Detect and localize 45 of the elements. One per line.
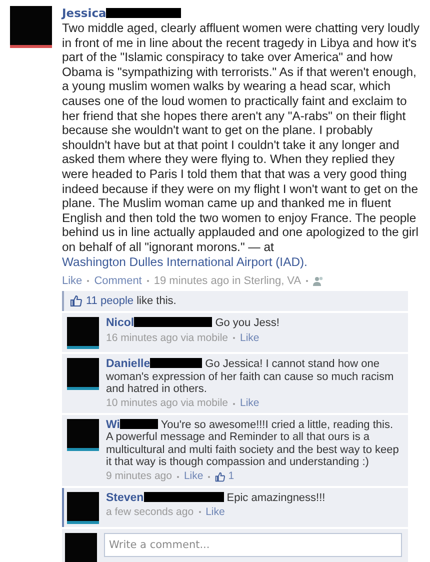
- separator-dot: [198, 511, 201, 514]
- commenter-name[interactable]: Nicol: [106, 317, 134, 330]
- like-link[interactable]: Like: [240, 332, 260, 344]
- comment-text: Wi You're so awesome!!!I cried a little, reading this. A powerful message and Reminder to all that ours is a multicultural and multi faith society and the best way to keep it that way is though compassion and understanding :): [106, 418, 400, 468]
- like-link[interactable]: Like: [240, 397, 260, 410]
- separator-dot: [146, 280, 149, 282]
- comment-time: 16 minutes ago via mobile: [106, 332, 228, 344]
- place-link[interactable]: Washington Dulles International Airport (IAD).: [62, 254, 308, 268]
- commenter-name[interactable]: Wi: [106, 418, 120, 431]
- separator-dot: [87, 280, 90, 282]
- avatar: [67, 418, 99, 451]
- avatar: [67, 317, 99, 350]
- separator-dot: [233, 336, 235, 339]
- like-count[interactable]: 1: [228, 470, 234, 483]
- commenter-name[interactable]: Steven: [106, 492, 144, 504]
- comment-field[interactable]: Write a comment...: [104, 532, 402, 557]
- redaction-bar: [120, 418, 158, 429]
- people-icon: [313, 276, 324, 286]
- comment-text: Danielle Go Jessica! I cannot stand how one woman's expression of her faith can cause so much racism and hatred in others.: [106, 358, 395, 396]
- separator-dot: [176, 476, 179, 478]
- like-link[interactable]: Like: [184, 470, 204, 483]
- avatar: [67, 358, 99, 390]
- like-link[interactable]: Like: [206, 506, 225, 519]
- separator-dot: [306, 280, 308, 282]
- redaction-bar: [150, 358, 202, 368]
- post-time: 19 minutes ago in Sterling, VA: [154, 275, 302, 288]
- action-link[interactable]: Comment: [94, 275, 142, 288]
- likes-text: 11 people like this.: [86, 295, 176, 308]
- comment-time: a few seconds ago: [106, 506, 194, 519]
- action-link[interactable]: Like: [62, 275, 82, 288]
- comment-time: 9 minutes ago: [106, 470, 172, 483]
- avatar: [10, 6, 52, 48]
- author-name[interactable]: Jessica: [62, 6, 106, 20]
- separator-dot: [233, 402, 235, 405]
- likers-link[interactable]: 11 people: [86, 295, 134, 308]
- avatar: [67, 492, 99, 524]
- comment-time: 10 minutes ago via mobile: [106, 397, 228, 410]
- comment-text: Nicol Go you Jess!: [106, 317, 280, 330]
- thumbs-up-icon: [215, 472, 226, 482]
- post-text: Two middle aged, clearly affluent women were chatting very loudly in front of me in line about the recent tragedy in Libya and how it's part of the "Islamic conspiracy to take over America" and how Obama is "sympathizing with terrorists." As if that weren't enough, a young muslim women walks by wearing a head scar, which causes one of the loud women to practically faint and exclaim to her friend that she hopes there aren't any "A-rabs" on their flight because she wouldn't want to get on the plane. I probably shouldn't have but at that point I couldn't take it any longer and asked them where they were flying to. When they replied they were headed to Paris I told them that that was a very good thing indeed because if they were on my flight I won't want to get on the plane. The Muslim woman came up and thanked me in fluent English and then told the two women to enjoy France. The people behind us in line actually applauded and one apologized to the girl on behalf of all "ignorant morons." — at Washington Dulles International Airport (IAD).: [62, 21, 420, 270]
- comment-text: Steven Epic amazingness!!!: [106, 492, 326, 504]
- avatar: [65, 532, 97, 562]
- separator-dot: [208, 476, 210, 478]
- thumbs-up-icon: [70, 295, 82, 308]
- commenter-name[interactable]: Danielle: [106, 358, 150, 370]
